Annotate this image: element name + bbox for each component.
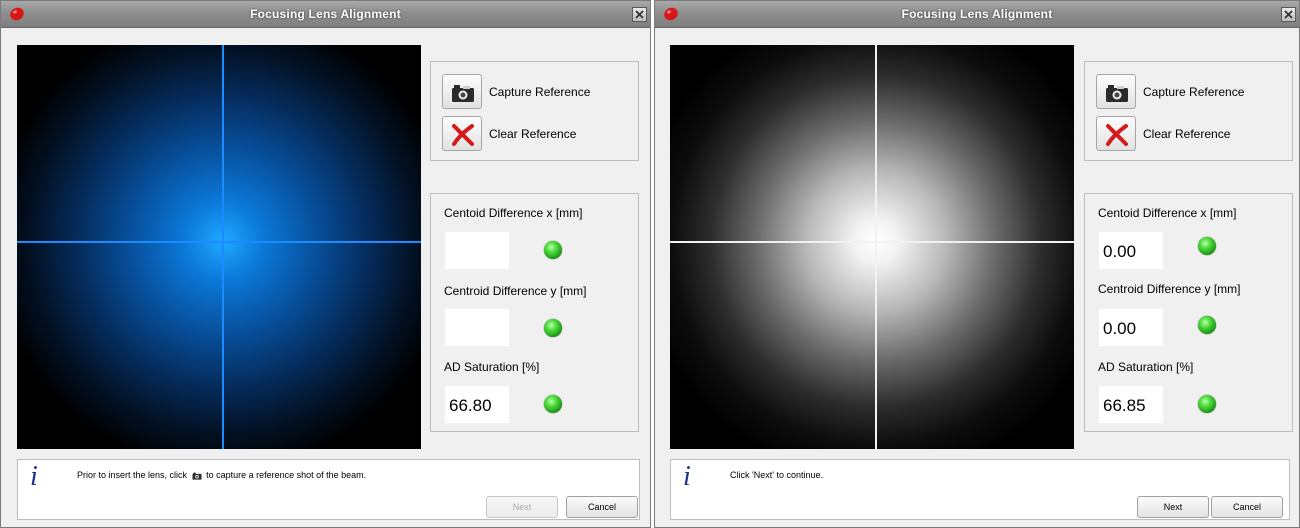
alignment-window-left: Focusing Lens Alignment Capture Referenc… bbox=[0, 0, 651, 528]
capture-reference-label: Capture Reference bbox=[1143, 85, 1245, 99]
centroid-y-label: Centroid Difference y [mm] bbox=[1098, 282, 1241, 296]
reference-panel: Capture Reference Clear Reference bbox=[430, 61, 639, 161]
close-button[interactable] bbox=[1281, 7, 1296, 22]
green-led-icon bbox=[544, 241, 562, 259]
capture-reference-button[interactable] bbox=[1096, 74, 1136, 109]
red-x-icon bbox=[452, 124, 474, 146]
info-text-before: Prior to insert the lens, click bbox=[77, 470, 188, 480]
centroid-x-value bbox=[445, 232, 509, 269]
centroid-y-label: Centroid Difference y [mm] bbox=[444, 284, 587, 298]
saturation-value: 66.85 bbox=[1099, 386, 1163, 423]
close-button[interactable] bbox=[632, 7, 647, 22]
beam-image-view[interactable] bbox=[17, 45, 421, 449]
window-title: Focusing Lens Alignment bbox=[250, 7, 401, 21]
cancel-button[interactable]: Cancel bbox=[1211, 496, 1283, 518]
centroid-x-label: Centoid Difference x [mm] bbox=[444, 206, 583, 220]
beam-spot bbox=[670, 45, 1074, 449]
camera-icon bbox=[452, 85, 474, 102]
info-text-before: Click 'Next' to continue. bbox=[730, 470, 823, 480]
saturation-label: AD Saturation [%] bbox=[444, 360, 540, 374]
crosshair-horizontal bbox=[670, 241, 1074, 243]
camera-icon bbox=[1106, 85, 1128, 102]
capture-reference-button[interactable] bbox=[442, 74, 482, 109]
saturation-value: 66.80 bbox=[445, 386, 509, 423]
close-icon bbox=[1284, 10, 1293, 19]
centroid-x-label: Centoid Difference x [mm] bbox=[1098, 206, 1237, 220]
window-title: Focusing Lens Alignment bbox=[901, 7, 1053, 21]
green-led-icon bbox=[1198, 237, 1216, 255]
alignment-window-right: Focusing Lens Alignment Capture Referenc… bbox=[654, 0, 1300, 528]
status-panel: Centoid Difference x [mm] Centroid Diffe… bbox=[430, 193, 639, 432]
info-message: Click 'Next' to continue. bbox=[730, 470, 823, 480]
crosshair-vertical bbox=[875, 45, 877, 449]
status-panel: Centoid Difference x [mm] 0.00 Centroid … bbox=[1084, 193, 1293, 432]
centroid-x-value: 0.00 bbox=[1099, 232, 1163, 269]
beam-image-view[interactable] bbox=[670, 45, 1074, 449]
centroid-y-value bbox=[445, 309, 509, 346]
close-icon bbox=[635, 10, 644, 19]
title-bar[interactable]: Focusing Lens Alignment bbox=[1, 1, 650, 28]
clear-reference-label: Clear Reference bbox=[489, 127, 577, 141]
info-icon: i bbox=[683, 461, 691, 492]
clear-reference-label: Clear Reference bbox=[1143, 127, 1231, 141]
crosshair-vertical bbox=[222, 45, 224, 449]
capture-reference-label: Capture Reference bbox=[489, 85, 591, 99]
reference-panel: Capture Reference Clear Reference bbox=[1084, 61, 1293, 161]
info-text-after: to capture a reference shot of the beam. bbox=[206, 470, 367, 480]
title-bar[interactable]: Focusing Lens Alignment bbox=[655, 1, 1299, 28]
red-x-icon bbox=[1106, 124, 1128, 146]
clear-reference-button[interactable] bbox=[442, 116, 482, 151]
next-button[interactable]: Next bbox=[1137, 496, 1209, 518]
green-led-icon bbox=[1198, 395, 1216, 413]
green-led-icon bbox=[1198, 316, 1216, 334]
clear-reference-button[interactable] bbox=[1096, 116, 1136, 151]
green-led-icon bbox=[544, 395, 562, 413]
crosshair-horizontal bbox=[17, 241, 421, 243]
camera-icon bbox=[192, 472, 202, 480]
info-message: Prior to insert the lens, click to captu… bbox=[77, 470, 366, 480]
info-panel: i Click 'Next' to continue. Next Cancel bbox=[670, 459, 1290, 520]
cancel-button[interactable]: Cancel bbox=[566, 496, 638, 518]
next-button[interactable]: Next bbox=[486, 496, 558, 518]
beam-spot bbox=[17, 45, 421, 449]
info-icon: i bbox=[30, 461, 38, 492]
saturation-label: AD Saturation [%] bbox=[1098, 360, 1194, 374]
centroid-y-value: 0.00 bbox=[1099, 309, 1163, 346]
green-led-icon bbox=[544, 319, 562, 337]
info-panel: i Prior to insert the lens, click to cap… bbox=[17, 459, 640, 520]
